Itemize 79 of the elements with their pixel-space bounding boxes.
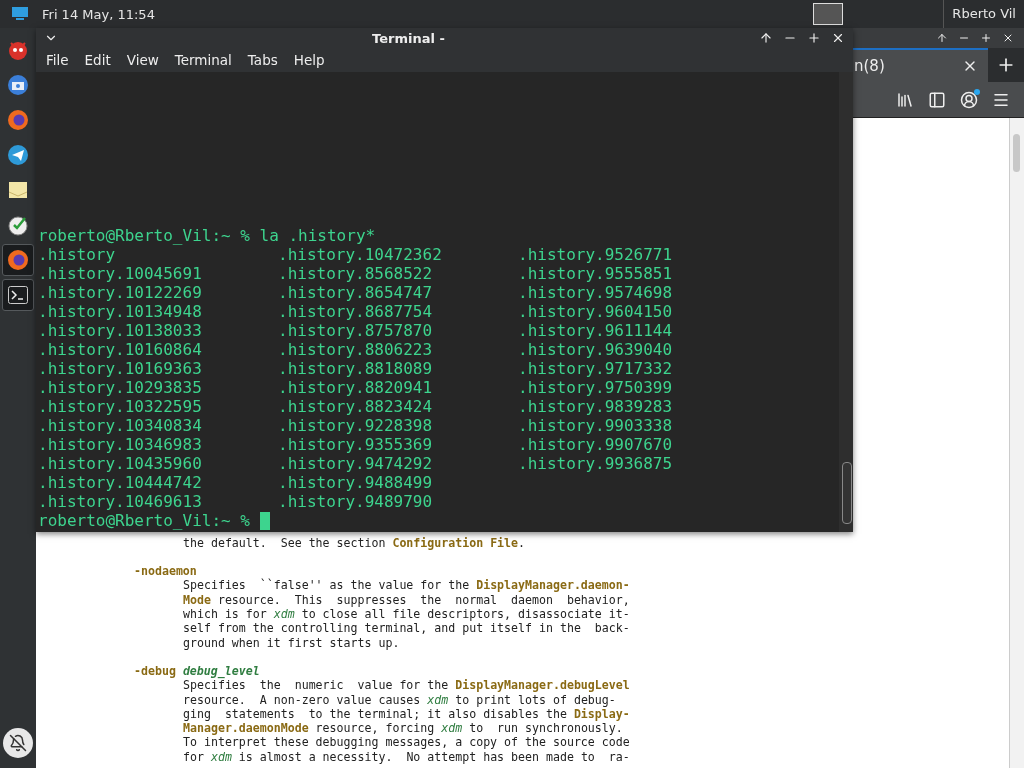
file-name: .history.9604150 bbox=[518, 302, 673, 321]
sidebar-icon[interactable] bbox=[928, 90, 946, 109]
close-icon[interactable] bbox=[1002, 32, 1014, 44]
man-text: the default. See the section Configuration File. bbox=[182, 535, 527, 551]
file-name: .history.9355369 bbox=[278, 435, 433, 454]
browser-tab[interactable]: n(8) bbox=[853, 48, 988, 82]
maximize-icon[interactable] bbox=[807, 31, 821, 45]
maximize-icon[interactable] bbox=[980, 32, 992, 44]
file-name: .history.9750399 bbox=[518, 378, 673, 397]
monitor-icon[interactable] bbox=[12, 7, 28, 21]
file-name: .history.10469613 bbox=[38, 492, 202, 511]
file-name: .history.10160864 bbox=[38, 340, 202, 359]
envelope-icon bbox=[7, 180, 29, 200]
file-name: .history.10472362 bbox=[278, 245, 442, 264]
file-name: .history.8757870 bbox=[278, 321, 433, 340]
file-name: .history.10134948 bbox=[38, 302, 202, 321]
file-name: .history.8818089 bbox=[278, 359, 433, 378]
arrow-up-icon[interactable] bbox=[759, 31, 773, 45]
prompt: roberto@Rberto_Vil:~ % bbox=[38, 511, 250, 530]
file-name: .history.10444742 bbox=[38, 473, 202, 492]
option-name: -debug debug_level bbox=[134, 663, 260, 678]
option-name: -nodaemon bbox=[134, 564, 197, 579]
file-name: .history.9474292 bbox=[278, 454, 433, 473]
browser-icon bbox=[7, 249, 29, 271]
dock-item[interactable] bbox=[2, 279, 34, 311]
clock: Fri 14 May, 11:54 bbox=[42, 6, 155, 22]
file-name: .history.9555851 bbox=[518, 264, 673, 283]
file-name: .history.9489790 bbox=[278, 492, 433, 511]
menu-item[interactable]: Terminal bbox=[168, 50, 238, 70]
menu-item[interactable]: Help bbox=[287, 50, 331, 70]
option-description: Specifies the numeric value for the DisplayManager.debugLevel resource. A non-zero value causes xdm to print lots of debug- ging statements to the terminal; it also disables the Display- Manager.daemonMode resource, forcing xdm to run synchronously. To interpret these debugging messages, a copy of the source code for xdm is almost a necessity. No attempt has been made to ra- bbox=[182, 678, 631, 764]
option-description: Specifies ``false'' as the value for the DisplayManager.daemon- Mode resource. This suppresses the normal daemon behavior, which is for xdm to close all file descriptors, disassociate it- self from the controlling terminal, and put itself in the back- ground when it first starts up. bbox=[182, 578, 631, 650]
file-name: .history.10045691 bbox=[38, 264, 202, 283]
library-icon[interactable] bbox=[896, 90, 914, 109]
file-name: .history.8806223 bbox=[278, 340, 433, 359]
file-name: .history.9639040 bbox=[518, 340, 673, 359]
file-name: .history.9717332 bbox=[518, 359, 673, 378]
file-name: .history.8654747 bbox=[278, 283, 433, 302]
arrow-up-icon[interactable] bbox=[936, 32, 948, 44]
file-name: .history bbox=[38, 245, 116, 264]
menu-item[interactable]: Tabs bbox=[241, 50, 284, 70]
close-icon[interactable] bbox=[831, 31, 845, 45]
menu-item[interactable]: View bbox=[120, 50, 165, 70]
bell-off-icon[interactable] bbox=[3, 728, 33, 758]
menu-item[interactable]: File bbox=[40, 50, 75, 70]
file-name: .history.8687754 bbox=[278, 302, 433, 321]
file-name: .history.8823424 bbox=[278, 397, 433, 416]
command-line: roberto@Rberto_Vil:~ % la .history* bbox=[38, 226, 376, 245]
clock-check-icon bbox=[7, 214, 29, 236]
file-name: .history.10138033 bbox=[38, 321, 202, 340]
file-name: .history.10322595 bbox=[38, 397, 202, 416]
file-name: .history.9488499 bbox=[278, 473, 433, 492]
file-name: .history.9907670 bbox=[518, 435, 673, 454]
window-thumbnail[interactable] bbox=[813, 3, 844, 25]
file-name: .history.9228398 bbox=[278, 416, 433, 435]
daemon-icon bbox=[7, 39, 29, 61]
file-name: .history.8568522 bbox=[278, 264, 433, 283]
file-name: .history.10435960 bbox=[38, 454, 202, 473]
file-name: .history.10340834 bbox=[38, 416, 202, 435]
file-name: .history.8820941 bbox=[278, 378, 433, 397]
file-name: .history.9839283 bbox=[518, 397, 673, 416]
file-name: .history.9574698 bbox=[518, 283, 673, 302]
account-icon[interactable] bbox=[960, 90, 978, 109]
paper-plane-icon bbox=[7, 144, 29, 166]
file-name: .history.10293835 bbox=[38, 378, 202, 397]
terminal-icon bbox=[8, 286, 28, 304]
file-name: .history.9611144 bbox=[518, 321, 673, 340]
file-name: .history.9903338 bbox=[518, 416, 673, 435]
file-name: .history.10169363 bbox=[38, 359, 202, 378]
browser-icon bbox=[7, 109, 29, 131]
package-icon bbox=[7, 74, 29, 96]
dock-item[interactable] bbox=[2, 244, 34, 276]
text-cursor bbox=[259, 511, 270, 530]
file-name: .history.9936875 bbox=[518, 454, 673, 473]
menu-item[interactable]: Edit bbox=[78, 50, 117, 70]
file-name: .history.10346983 bbox=[38, 435, 202, 454]
window-title: Terminal - bbox=[371, 30, 446, 46]
file-name: .history.10122269 bbox=[38, 283, 202, 302]
file-name: .history.9526771 bbox=[518, 245, 673, 264]
